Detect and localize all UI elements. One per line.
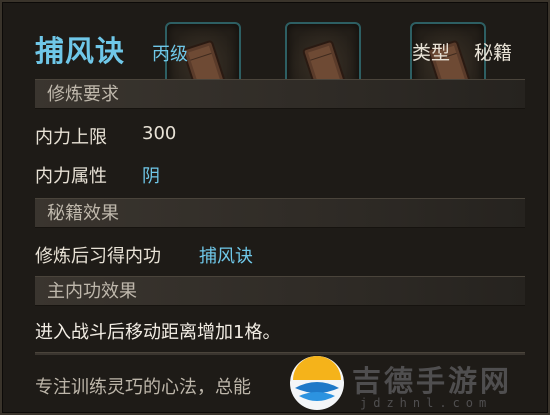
flavor-text: 专注训练灵巧的心法，总能 <box>35 377 251 398</box>
watermark-url: jdzhnl.com <box>360 396 493 410</box>
attribute-label: 内力属性 <box>35 166 107 187</box>
attribute-value: 阴 <box>142 166 160 187</box>
max-internal-label: 内力上限 <box>35 127 107 148</box>
learn-skill-value: 捕风诀 <box>199 246 253 267</box>
item-tooltip-panel: 捕风诀 丙级 类型 秘籍 修炼要求 内力上限 300 内力属性 阴 秘籍效果 修… <box>0 0 550 415</box>
max-internal-value: 300 <box>142 123 177 144</box>
section-header-main-effect: 主内功效果 <box>35 276 525 306</box>
item-name: 捕风诀 <box>35 34 126 68</box>
watermark-logo <box>290 356 344 410</box>
section-header-effects: 秘籍效果 <box>35 198 525 228</box>
watermark-text: 吉德手游网 <box>352 364 513 398</box>
item-grade: 丙级 <box>152 44 188 65</box>
item-type-value: 秘籍 <box>474 42 513 64</box>
item-type-label: 类型 <box>412 42 451 64</box>
learn-skill-label: 修炼后习得内功 <box>35 246 161 267</box>
divider <box>35 352 525 355</box>
section-header-requirements: 修炼要求 <box>35 79 525 109</box>
main-effect-text: 进入战斗后移动距离增加1格。 <box>35 322 281 343</box>
